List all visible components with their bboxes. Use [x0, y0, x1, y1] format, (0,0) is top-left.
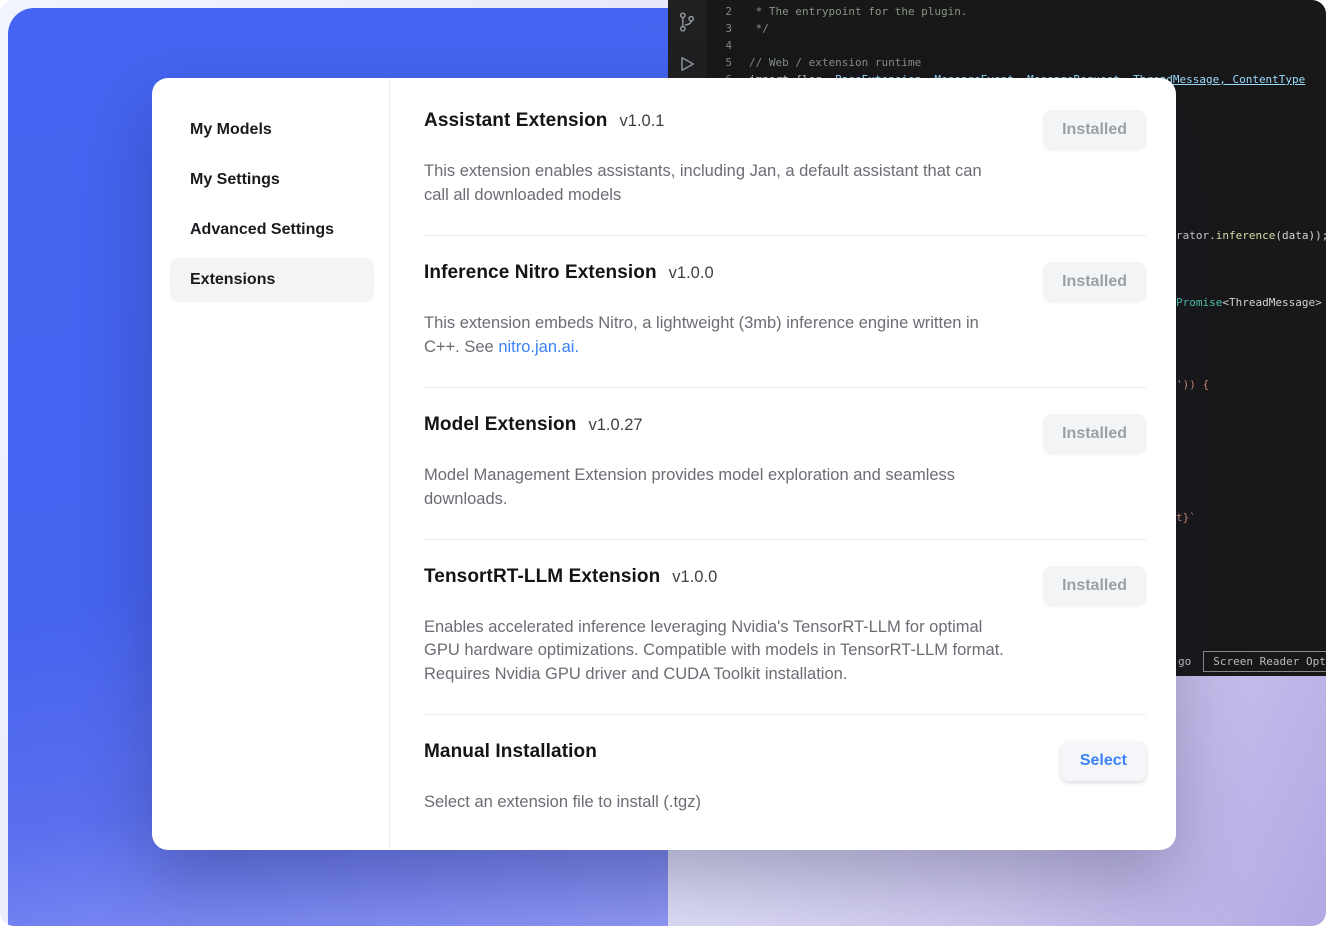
settings-modal: My Models My Settings Advanced Settings …	[152, 78, 1176, 850]
nitro-jan-ai-link[interactable]: nitro.jan.ai.	[498, 338, 579, 356]
line-number: 2	[706, 3, 732, 20]
code-line: 3 */	[706, 20, 1305, 37]
extension-row: Model Extension v1.0.27 Installed Model …	[424, 388, 1146, 540]
select-button[interactable]: Select	[1061, 741, 1146, 781]
extension-version: v1.0.27	[588, 416, 642, 435]
code-fragment: t}`	[1176, 511, 1196, 524]
extension-title: Assistant Extension	[424, 110, 608, 132]
run-icon	[677, 54, 697, 78]
code-fragment: ')) {	[1176, 378, 1209, 391]
manual-installation-description: Select an extension file to install (.tg…	[424, 791, 1004, 815]
installed-button[interactable]: Installed	[1043, 414, 1146, 454]
manual-installation-row: Manual Installation Select Select an ext…	[424, 715, 1146, 842]
extension-title: Inference Nitro Extension	[424, 262, 657, 284]
status-text: go	[1178, 655, 1191, 668]
code-text: // Web / extension runtime	[749, 54, 921, 71]
installed-button[interactable]: Installed	[1043, 566, 1146, 606]
code-line: 2 * The entrypoint for the plugin.	[706, 3, 1305, 20]
extension-version: v1.0.0	[669, 264, 714, 283]
extension-description: This extension enables assistants, inclu…	[424, 160, 1004, 208]
code-text: * The entrypoint for the plugin.	[749, 3, 968, 20]
extension-row: Inference Nitro Extension v1.0.0 Install…	[424, 236, 1146, 388]
sidebar-item-advanced-settings[interactable]: Advanced Settings	[170, 208, 374, 252]
extension-version: v1.0.1	[620, 112, 665, 131]
code-fragment: Promise<ThreadMessage>	[1176, 296, 1322, 309]
extension-description: This extension embeds Nitro, a lightweig…	[424, 312, 1004, 360]
extension-version: v1.0.0	[672, 568, 717, 587]
extension-row: Assistant Extension v1.0.1 Installed Thi…	[424, 84, 1146, 236]
sidebar-item-extensions[interactable]: Extensions	[170, 258, 374, 302]
line-number: 4	[706, 37, 732, 54]
code-line: 4	[706, 37, 1305, 54]
extensions-list: Assistant Extension v1.0.1 Installed Thi…	[390, 78, 1176, 850]
code-line: 5 // Web / extension runtime	[706, 54, 1305, 71]
installed-button[interactable]: Installed	[1043, 110, 1146, 150]
code-lines: 2 * The entrypoint for the plugin. 3 */ …	[706, 3, 1305, 88]
extension-title: Model Extension	[424, 414, 576, 436]
extension-row: TensortRT-LLM Extension v1.0.0 Installed…	[424, 540, 1146, 716]
manual-installation-title: Manual Installation	[424, 741, 597, 763]
extension-description: Model Management Extension provides mode…	[424, 464, 1004, 512]
line-number: 3	[706, 20, 732, 37]
git-branch-icon	[677, 10, 697, 38]
editor-status-bar: go Screen Reader Optimize	[1178, 651, 1326, 672]
code-fragment: rator.inference(data));	[1176, 229, 1326, 242]
extension-title: TensortRT-LLM Extension	[424, 566, 660, 588]
page-background: 2 * The entrypoint for the plugin. 3 */ …	[0, 0, 1326, 926]
line-number: 5	[706, 54, 732, 71]
settings-sidebar: My Models My Settings Advanced Settings …	[152, 78, 390, 850]
extension-description: Enables accelerated inference leveraging…	[424, 616, 1004, 688]
screen-reader-status-badge: Screen Reader Optimize	[1203, 651, 1326, 672]
code-text: */	[749, 20, 769, 37]
sidebar-item-my-settings[interactable]: My Settings	[170, 158, 374, 202]
installed-button[interactable]: Installed	[1043, 262, 1146, 302]
sidebar-item-my-models[interactable]: My Models	[170, 108, 374, 152]
